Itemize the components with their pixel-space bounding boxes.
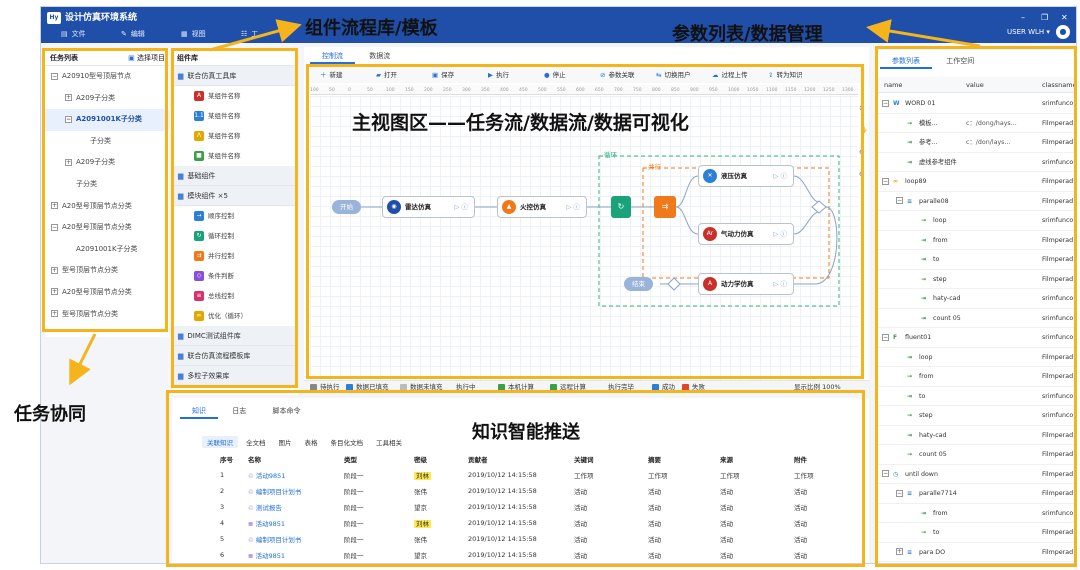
annotation-main: 主视图区——任务流/数据流/数据可视化: [352, 112, 689, 134]
annotation-params: 参数列表/数据管理: [672, 24, 823, 45]
annotation-library: 组件流程库/模板: [305, 18, 438, 39]
annotation-arrows: [69, 19, 981, 386]
annotation-tasks: 任务协同: [14, 404, 86, 425]
annotation-knowledge: 知识智能推送: [472, 422, 580, 443]
